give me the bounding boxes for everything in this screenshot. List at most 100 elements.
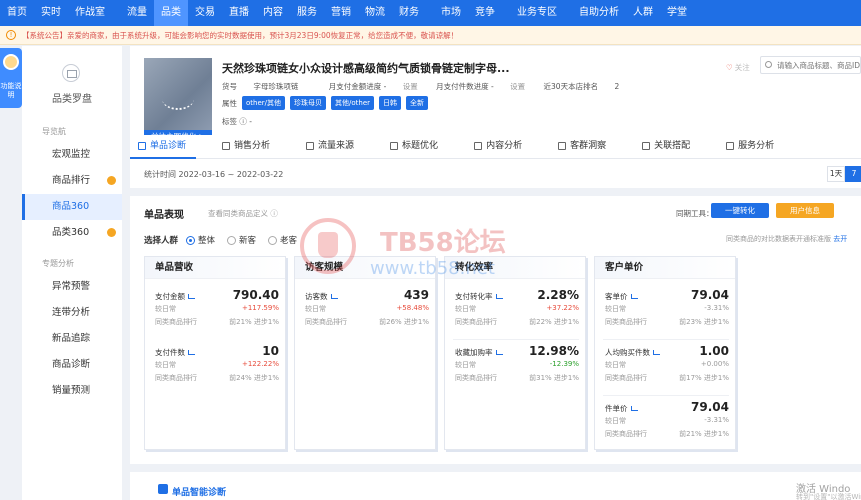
crowd-radio-old[interactable] — [268, 235, 278, 245]
product-title[interactable]: 天然珍珠项链女小众设计感高级简约气质锁骨链定制字母... — [222, 60, 510, 76]
crowd-radio-new[interactable] — [227, 235, 237, 245]
metric-vs-label: 较日常 — [605, 361, 626, 369]
nav-item-category[interactable]: 品类 — [154, 0, 188, 26]
link-icon — [642, 142, 651, 150]
users-icon — [558, 142, 567, 150]
feature-help-button[interactable]: 功能说明 — [0, 48, 22, 108]
sidebar-item-sales-forecast[interactable]: 销量预测 — [22, 378, 122, 404]
peer-tool-label: 同期工具： — [676, 209, 714, 218]
one-click-convert-button[interactable]: 一键转化 — [711, 203, 769, 218]
nav-item-trade[interactable]: 交易 — [188, 0, 222, 26]
sidebar-item-product-360[interactable]: 商品360 — [22, 194, 122, 220]
month-amount-progress: 月支付金额进度 - 设置 — [329, 82, 420, 91]
nav-item-home[interactable]: 首页 — [0, 0, 34, 26]
nav-item-warroom[interactable]: 作战室 — [68, 0, 112, 26]
nav-item-academy[interactable]: 学堂 — [660, 0, 694, 26]
nav-item-business-zone[interactable]: 业务专区 — [510, 0, 564, 26]
metric-customer-price[interactable]: 客单价 79.04 较日常 -3.31% 同类商品排行 前23% 进步1% — [605, 288, 729, 339]
crowd-radio-all[interactable] — [186, 235, 196, 245]
tab-sales-analysis[interactable]: 销售分析 — [214, 135, 280, 159]
metric-label: 支付件数 — [155, 348, 185, 357]
metric-visitors[interactable]: 访客数 439 较日常 +58.48% 同类商品排行 前26% 进步1% — [305, 288, 429, 339]
card-title: 转化效率 — [445, 257, 585, 279]
card-revenue: 单品营收 支付金额 790.40 较日常 +117.59% 同类商品排行 前21… — [144, 256, 286, 450]
tab-title-optimize[interactable]: 标题优化 — [382, 135, 448, 159]
sidebar-item-macro-monitor[interactable]: 宏观监控 — [22, 142, 122, 168]
divider — [453, 339, 579, 340]
range-1day-button[interactable]: 1天 — [827, 166, 845, 182]
metric-pay-conversion[interactable]: 支付转化率 2.28% 较日常 +37.22% 同类商品排行 前22% 进步1% — [455, 288, 579, 339]
nav-item-traffic[interactable]: 流量 — [120, 0, 154, 26]
crowd-selector: 选择人群 整体 新客 老客 — [144, 234, 309, 246]
card-unit-price: 客户单价 客单价 79.04 较日常 -3.31% 同类商品排行 前23% 进步… — [594, 256, 736, 450]
metric-value: 10 — [262, 344, 279, 358]
nav-item-content[interactable]: 内容 — [256, 0, 290, 26]
sidebar-item-anomaly-alert[interactable]: 异常预警 — [22, 274, 122, 300]
chart-icon — [306, 142, 315, 150]
metric-vs-label: 较日常 — [155, 305, 176, 313]
analysis-tabs: 单品诊断 销售分析 流量来源 标题优化 内容分析 客群洞察 关联搭配 服务分析 — [130, 135, 861, 159]
metric-item-price[interactable]: 件单价 79.04 较日常 -3.31% 同类商品排行 前21% 进步1% — [605, 400, 729, 451]
metric-name: 件单价 — [605, 403, 638, 414]
nav-item-service[interactable]: 服务 — [290, 0, 324, 26]
metric-label: 人均购买件数 — [605, 348, 650, 357]
peer-definition-link[interactable]: 查看同类商品定义 ⓘ — [208, 208, 278, 219]
nav-item-live[interactable]: 直播 — [222, 0, 256, 26]
shop-icon — [222, 142, 231, 150]
metric-rank: 前22% 进步1% — [529, 318, 579, 326]
metric-change: -3.31% — [704, 304, 729, 312]
sidebar-item-label: 新品追踪 — [52, 333, 91, 344]
metric-name: 收藏加购率 — [455, 347, 503, 358]
nav-item-competition[interactable]: 竞争 — [468, 0, 502, 26]
tab-product-diagnosis[interactable]: 单品诊断 — [130, 135, 197, 159]
metric-change: -12.39% — [549, 360, 579, 368]
nav-item-logistics[interactable]: 物流 — [358, 0, 392, 26]
metric-pay-count[interactable]: 支付件数 10 较日常 +122.22% 同类商品排行 前24% 进步1% — [155, 344, 279, 395]
follow-button[interactable]: ♡ 关注 — [726, 62, 750, 73]
metric-rank-label: 同类商品排行 — [605, 318, 647, 326]
tab-related-match[interactable]: 关联搭配 — [634, 135, 700, 159]
metric-fav-cart-rate[interactable]: 收藏加购率 12.98% 较日常 -12.39% 同类商品排行 前31% 进步1… — [455, 344, 579, 395]
attribute-tag: other/其他 — [242, 96, 286, 110]
metric-change: +117.59% — [241, 304, 279, 312]
month-count-set-link[interactable]: 设置 — [510, 82, 525, 91]
search-icon[interactable] — [765, 61, 772, 68]
user-info-button[interactable]: 用户信息 — [776, 203, 834, 218]
sku-value: 字母珍珠项链 — [253, 82, 299, 91]
tab-traffic-source[interactable]: 流量来源 — [298, 135, 364, 159]
metric-rank: 前23% 进步1% — [679, 318, 729, 326]
metric-avg-items[interactable]: 人均购买件数 1.00 较日常 +0.00% 同类商品排行 前17% 进步1% — [605, 344, 729, 395]
store-rank-value: 2 — [614, 82, 620, 91]
open-standard-link[interactable]: 去开 — [833, 235, 847, 243]
trend-icon — [188, 294, 195, 299]
divider — [603, 395, 729, 396]
sidebar-item-related-analysis[interactable]: 连带分析 — [22, 300, 122, 326]
range-7day-button[interactable]: 7 — [845, 166, 861, 182]
tab-label: 关联搭配 — [654, 141, 691, 151]
tab-content-analysis[interactable]: 内容分析 — [466, 135, 532, 159]
attributes-label: 属性 — [222, 98, 237, 108]
nav-item-marketing[interactable]: 营销 — [324, 0, 358, 26]
sidebar-item-product-diagnosis[interactable]: 商品诊断 — [22, 352, 122, 378]
nav-item-realtime[interactable]: 实时 — [34, 0, 68, 26]
sidebar-item-product-ranking[interactable]: 商品排行 — [22, 168, 122, 194]
sidebar-item-category-360[interactable]: 品类360 — [22, 220, 122, 246]
metric-label: 支付金额 — [155, 292, 185, 301]
metric-pay-amount[interactable]: 支付金额 790.40 较日常 +117.59% 同类商品排行 前21% 进步1… — [155, 288, 279, 339]
search-input[interactable] — [761, 57, 860, 73]
tab-customer-insight[interactable]: 客群洞察 — [550, 135, 616, 159]
nav-item-crowd[interactable]: 人群 — [626, 0, 660, 26]
nav-item-finance[interactable]: 财务 — [392, 0, 426, 26]
tab-label: 流量来源 — [318, 141, 355, 151]
nav-item-market[interactable]: 市场 — [434, 0, 468, 26]
trend-icon — [630, 294, 638, 299]
trend-icon — [495, 294, 503, 299]
month-count-progress: 月支付件数进度 - 设置 — [436, 82, 527, 91]
mascot-icon — [3, 54, 19, 70]
sidebar-item-new-product-tracking[interactable]: 新品追踪 — [22, 326, 122, 352]
tab-service-analysis[interactable]: 服务分析 — [718, 135, 784, 159]
product-tags: 标签 ⓘ - — [222, 116, 252, 127]
nav-item-self-analysis[interactable]: 自助分析 — [572, 0, 626, 26]
sidebar: 品类罗盘 导览航 宏观监控 商品排行 商品360 品类360 专题分析 异常预警… — [22, 46, 122, 500]
month-amount-set-link[interactable]: 设置 — [403, 82, 418, 91]
